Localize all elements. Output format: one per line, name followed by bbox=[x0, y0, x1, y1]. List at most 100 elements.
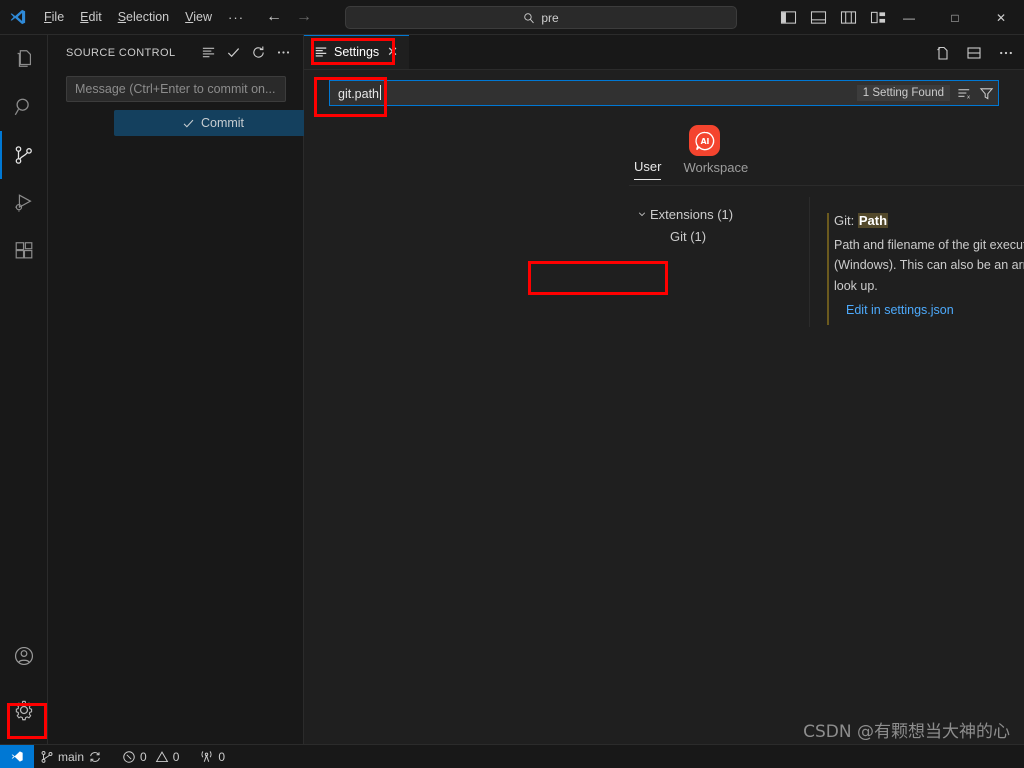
split-editor-icon[interactable] bbox=[966, 45, 982, 61]
menu-item-selection[interactable]: Selection bbox=[110, 7, 177, 27]
setting-description: Path and filename of the git executable,… bbox=[834, 235, 1024, 296]
csdn-watermark: CSDN @有颗想当大神的心 bbox=[803, 722, 1010, 742]
minimize-button[interactable]: — bbox=[886, 0, 932, 35]
activitybar-item-source-control[interactable] bbox=[0, 131, 48, 179]
commit-button-label: Commit bbox=[200, 116, 245, 130]
ai-icon: AI bbox=[694, 131, 714, 150]
status-problems[interactable]: 0 0 bbox=[116, 745, 185, 768]
more-actions-icon[interactable] bbox=[276, 45, 291, 60]
scope-tabs-underline bbox=[629, 185, 1024, 186]
setting-title: Git: Path bbox=[834, 213, 1024, 228]
title-bar: File Edit Selection View ··· ← → pre — □… bbox=[0, 0, 1024, 35]
menu-file-rest: ile bbox=[51, 10, 65, 24]
activitybar-item-manage[interactable] bbox=[0, 686, 48, 734]
setting-desc-part-0: Path and filename of the git executable,… bbox=[834, 238, 1024, 252]
menu-item-edit[interactable]: Edit bbox=[72, 7, 110, 27]
settings-search-value: git.path bbox=[330, 85, 382, 101]
svg-text:AI: AI bbox=[700, 137, 709, 146]
editor-area: Settings ✕ git.path 1 Setting Found x AI… bbox=[304, 35, 1024, 744]
toggle-panel-icon[interactable] bbox=[810, 10, 827, 25]
settings-toc: Extensions (1) Git (1) bbox=[634, 203, 809, 247]
maximize-button[interactable]: □ bbox=[932, 0, 978, 35]
tab-settings[interactable]: Settings ✕ bbox=[304, 35, 409, 69]
tab-user[interactable]: User bbox=[634, 159, 662, 180]
menu-edit-rest: dit bbox=[88, 10, 102, 24]
sidebar-actions bbox=[201, 45, 297, 60]
toc-item-extensions-label: Extensions (1) bbox=[650, 206, 734, 222]
account-icon bbox=[14, 646, 33, 666]
commit-message-input[interactable]: Message (Ctrl+Enter to commit on... bbox=[66, 76, 286, 102]
menu-item-view[interactable]: View bbox=[177, 7, 220, 27]
more-actions-icon[interactable] bbox=[998, 45, 1014, 61]
toggle-primary-sidebar-icon[interactable] bbox=[780, 10, 797, 25]
arrow-left-icon[interactable]: ← bbox=[266, 9, 282, 25]
status-warnings-count: 0 bbox=[172, 749, 180, 764]
activitybar-item-run-and-debug[interactable] bbox=[0, 179, 48, 227]
status-ports[interactable]: 0 bbox=[193, 745, 231, 768]
toc-item-git-label: Git (1) bbox=[670, 228, 707, 244]
menu-edit-label: E bbox=[80, 10, 89, 24]
search-icon bbox=[524, 12, 535, 23]
tab-workspace[interactable]: Workspace bbox=[683, 160, 748, 180]
settings-search-input[interactable]: git.path 1 Setting Found x bbox=[329, 80, 999, 106]
arrow-right-icon[interactable]: → bbox=[296, 9, 312, 25]
menu-item-file[interactable]: File bbox=[36, 7, 72, 27]
check-icon bbox=[183, 119, 194, 128]
sidebar-title: SOURCE CONTROL bbox=[66, 46, 176, 59]
settings-search-row: git.path 1 Setting Found x bbox=[304, 70, 1024, 120]
extensions-icon bbox=[15, 242, 32, 259]
sync-icon bbox=[90, 751, 100, 762]
activitybar-item-accounts[interactable] bbox=[0, 632, 48, 680]
activitybar-item-search[interactable] bbox=[0, 83, 48, 131]
status-bar: main 0 0 0 bbox=[0, 744, 1024, 768]
run-and-debug-icon bbox=[14, 194, 32, 212]
chevron-down-icon bbox=[634, 209, 650, 219]
explorer-icon bbox=[17, 50, 31, 67]
vscode-logo-icon bbox=[0, 8, 36, 26]
command-center-text: pre bbox=[541, 10, 559, 25]
setting-title-highlight: Path bbox=[857, 213, 889, 228]
settings-list-icon bbox=[315, 47, 327, 57]
menu-item-more[interactable]: ··· bbox=[220, 7, 252, 28]
activitybar-item-extensions[interactable] bbox=[0, 227, 48, 275]
clear-filter-icon[interactable]: x bbox=[957, 86, 972, 101]
text-caret bbox=[380, 85, 382, 100]
remote-window-indicator[interactable] bbox=[0, 744, 34, 768]
command-center[interactable]: pre bbox=[345, 6, 737, 29]
menu-view-rest: iew bbox=[193, 10, 213, 24]
menu-selection-rest: election bbox=[126, 10, 170, 24]
status-branch[interactable]: main bbox=[34, 745, 108, 768]
edit-in-settings-json-link[interactable]: Edit in settings.json bbox=[846, 303, 954, 317]
warning-icon bbox=[155, 750, 168, 762]
toggle-secondary-sidebar-icon[interactable] bbox=[840, 10, 857, 25]
setting-title-prefix: Git: bbox=[834, 213, 858, 228]
view-as-list-icon[interactable] bbox=[201, 45, 216, 60]
close-button[interactable]: ✕ bbox=[978, 0, 1024, 35]
toc-item-git[interactable]: Git (1) bbox=[634, 225, 809, 247]
svg-text:x: x bbox=[967, 94, 971, 100]
menu-bar: File Edit Selection View ··· bbox=[36, 7, 252, 28]
customize-layout-icon[interactable] bbox=[870, 10, 887, 25]
open-changes-icon[interactable] bbox=[934, 45, 950, 61]
close-icon[interactable]: ✕ bbox=[387, 44, 398, 60]
check-icon[interactable] bbox=[226, 45, 241, 60]
remote-window-icon bbox=[11, 751, 23, 762]
commit-button-main[interactable]: Commit bbox=[114, 110, 312, 136]
source-control-icon bbox=[41, 750, 53, 763]
funnel-icon[interactable] bbox=[979, 86, 994, 101]
editor-actions bbox=[934, 35, 1014, 70]
ai-assistant-badge[interactable]: AI bbox=[689, 125, 720, 156]
scope-tabs: User Workspace bbox=[634, 159, 748, 180]
setting-desc-part-2: (Windows). This can also be an array of … bbox=[834, 258, 1024, 293]
tab-label: Settings bbox=[334, 45, 380, 59]
activitybar-item-explorer[interactable] bbox=[0, 35, 48, 83]
toc-divider bbox=[809, 197, 810, 327]
menu-selection-label: S bbox=[117, 10, 127, 24]
radio-tower-icon bbox=[201, 751, 212, 762]
layout-controls bbox=[780, 0, 887, 35]
toc-item-extensions[interactable]: Extensions (1) bbox=[634, 203, 809, 225]
source-control-sidebar: SOURCE CONTROL Message (Ctrl+Enter to co… bbox=[48, 35, 338, 744]
refresh-icon[interactable] bbox=[251, 45, 266, 60]
activity-bar bbox=[0, 35, 48, 744]
setting-item-git-path: Git: Path Path and filename of the git e… bbox=[827, 213, 1024, 325]
